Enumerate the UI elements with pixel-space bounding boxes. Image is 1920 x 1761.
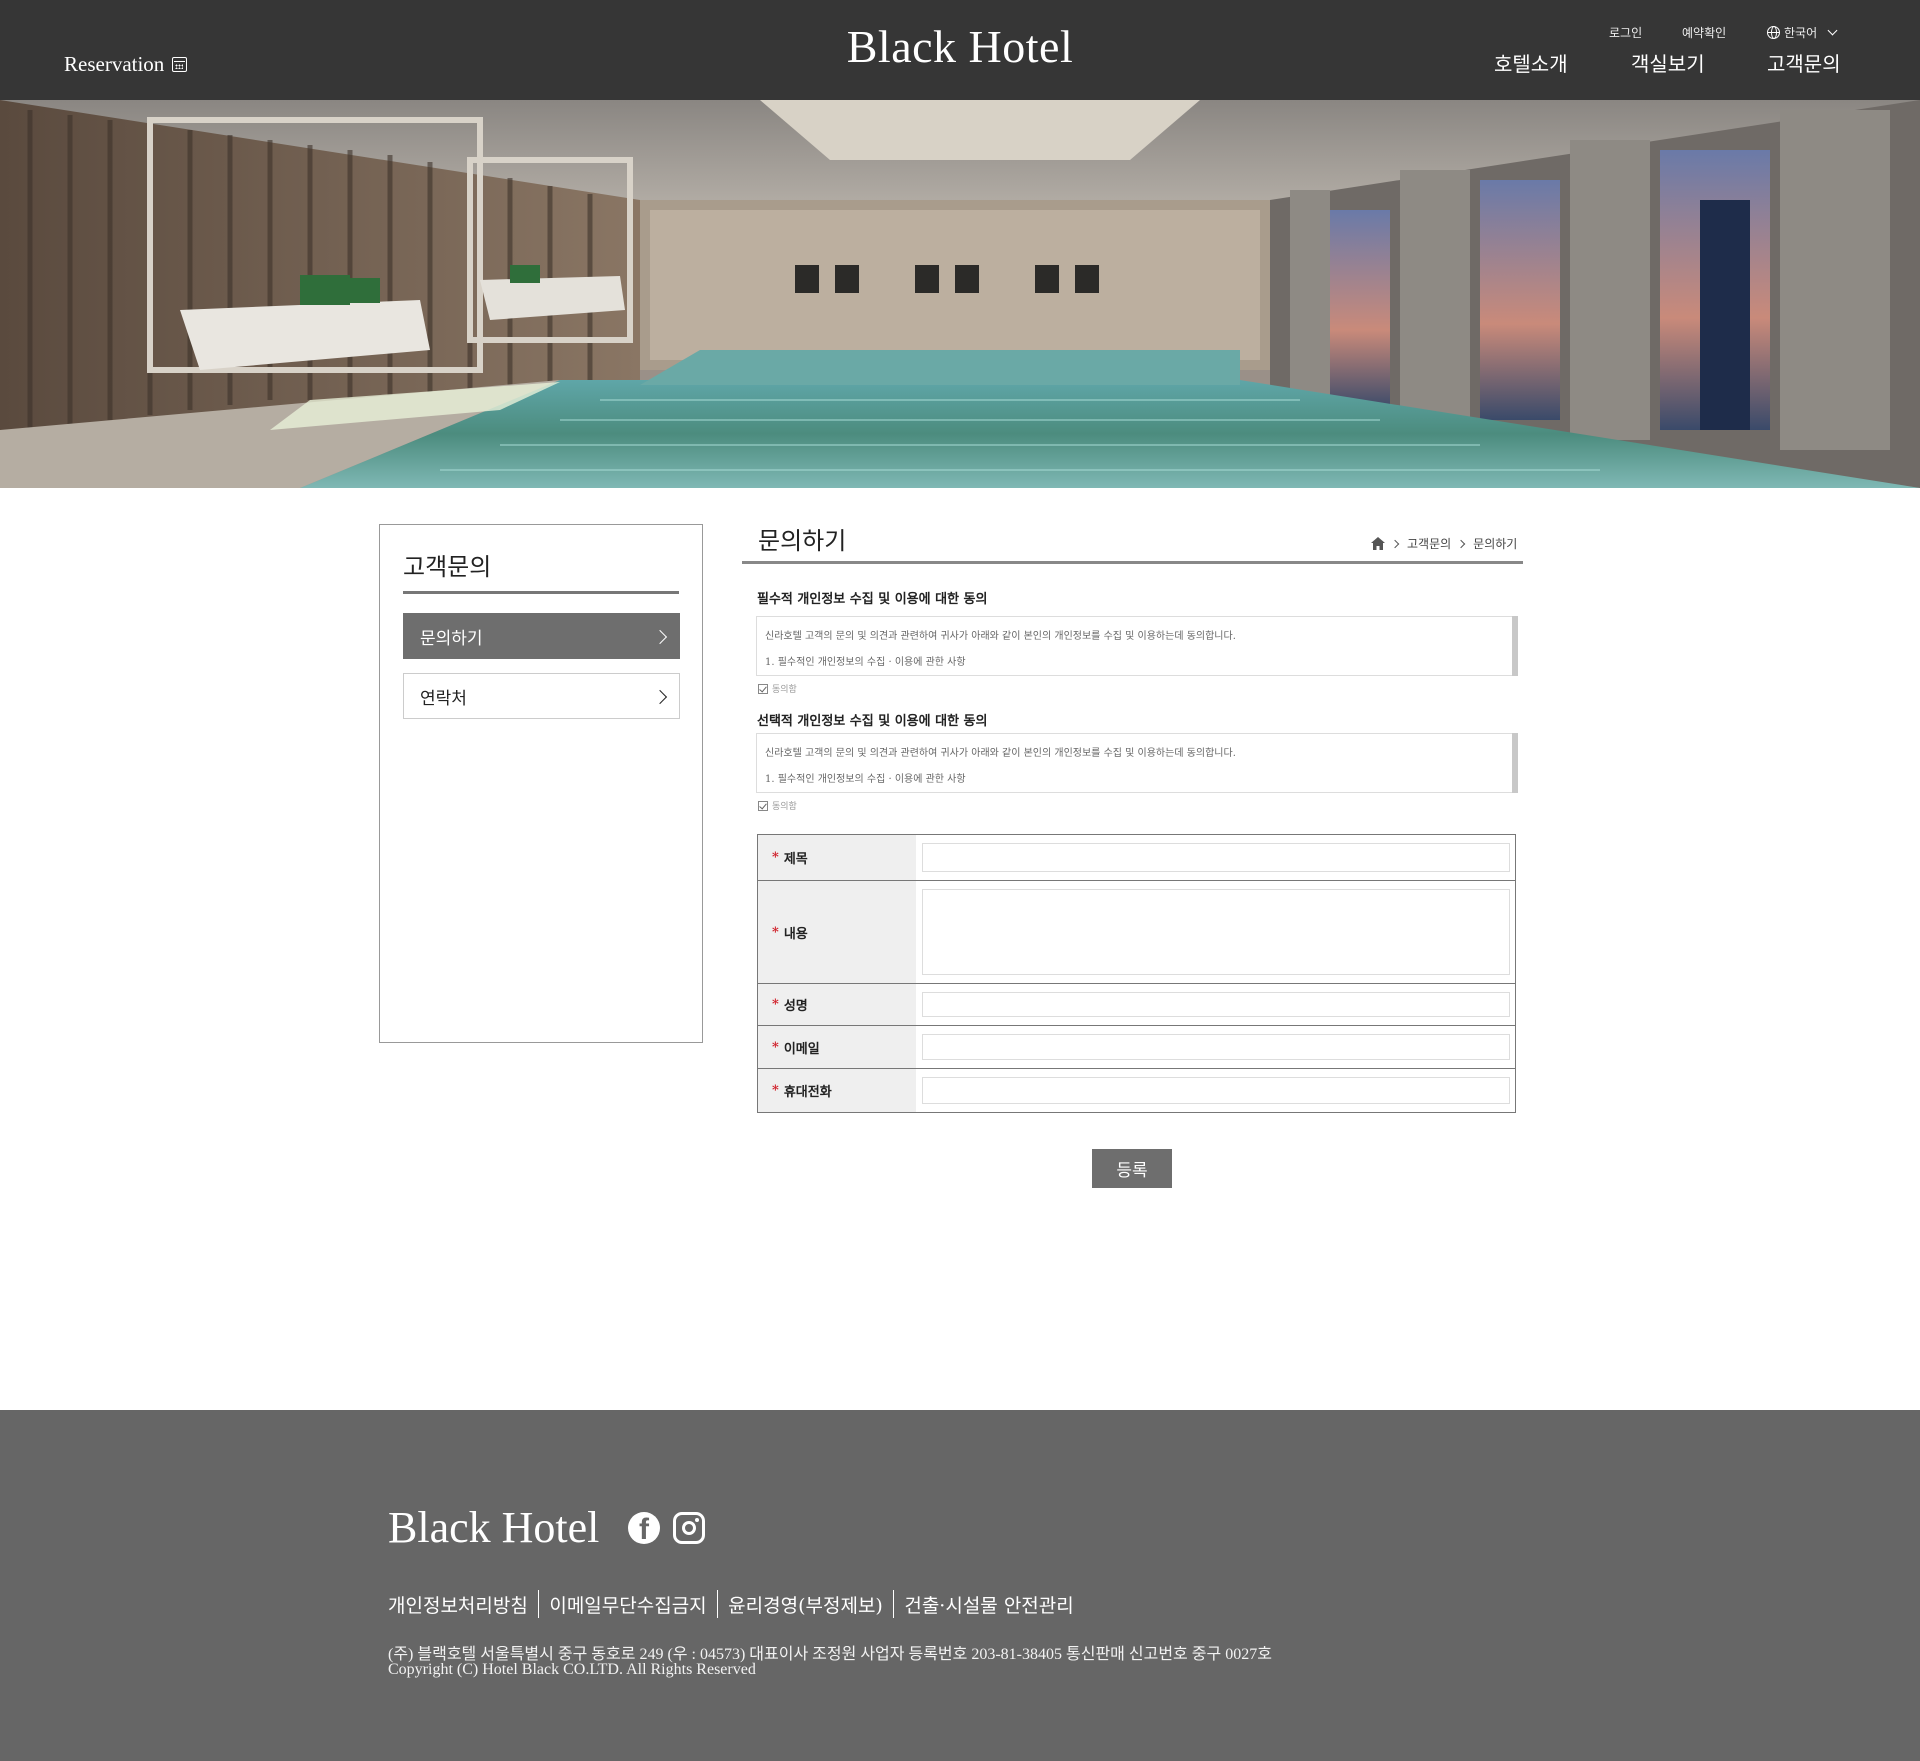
checkbox-label: 동의함 [772,685,797,695]
form-row-name: * 성명 [758,984,1515,1026]
footer-link-email-refusal[interactable]: 이메일무단수집금지 [549,1591,706,1618]
nav-rooms[interactable]: 객실보기 [1631,48,1705,77]
hero-banner [0,100,1920,488]
page-title: 문의하기 [758,527,847,555]
sidebar-item-label: 문의하기 [420,628,483,649]
form-row-subject: * 제목 [758,835,1515,881]
field-label: * 내용 [758,881,916,983]
sidebar-item-contact[interactable]: 연락처 [403,673,680,719]
inquiry-form: * 제목 * 내용 * 성명 * 이메일 * 휴대전화 [757,834,1516,1113]
chevron-right-icon [1456,539,1466,548]
breadcrumb: 고객문의 문의하기 [1371,535,1517,552]
field-label: * 제목 [758,835,916,880]
form-row-content: * 내용 [758,881,1515,984]
sidebar: 고객문의 문의하기 연락처 [379,524,703,1043]
required-consent-heading: 필수적 개인정보 수집 및 이용에 대한 동의 [757,592,988,607]
optional-consent-checkbox[interactable]: 동의함 [758,799,797,812]
footer-link-safety[interactable]: 건출·시설물 안전관리 [904,1591,1073,1618]
chevron-right-icon [652,629,668,645]
submit-button[interactable]: 등록 [1092,1149,1172,1188]
consent-text-line: 1. 필수적인 개인정보의 수집 · 이용에 관한 사항 [765,774,966,785]
form-row-phone: * 휴대전화 [758,1069,1515,1112]
chevron-down-icon [1827,25,1838,36]
required-consent-textbox[interactable]: 신라호텔 고객의 문의 및 의견과 관련하여 귀사가 아래와 같이 본인의 개인… [756,616,1518,676]
nav-customer-inquiry[interactable]: 고객문의 [1767,48,1841,77]
phone-input[interactable] [922,1077,1510,1104]
email-input[interactable] [922,1034,1510,1060]
footer-copyright: Copyright (C) Hotel Black CO.LTD. All Ri… [388,1661,756,1678]
content-textarea[interactable] [922,889,1510,975]
title-divider [742,561,1523,564]
sidebar-divider [403,591,679,594]
reservation-check-link[interactable]: 예약확인 [1682,24,1726,41]
site-footer: Black Hotel f 개인정보처리방침 이메일무단수집금지 윤리경영(부정… [0,1410,1920,1761]
breadcrumb-item[interactable]: 고객문의 [1407,535,1451,552]
checkbox-label: 동의함 [772,802,797,812]
checkbox-icon[interactable] [758,683,768,694]
form-row-email: * 이메일 [758,1026,1515,1069]
footer-link-privacy[interactable]: 개인정보처리방침 [388,1591,528,1618]
globe-icon [1767,26,1780,39]
checkbox-icon[interactable] [758,800,768,811]
required-mark: * [772,1083,779,1098]
breadcrumb-item: 문의하기 [1473,537,1518,551]
required-mark: * [772,1039,779,1055]
field-label: * 성명 [758,984,916,1025]
footer-link-divider [537,1590,540,1618]
optional-consent-textbox[interactable]: 신라호텔 고객의 문의 및 의견과 관련하여 귀사가 아래와 같이 본인의 개인… [756,733,1518,793]
required-mark: * [772,997,779,1012]
instagram-icon[interactable] [673,1512,705,1544]
sidebar-item-inquiry[interactable]: 문의하기 [403,613,680,659]
language-selector[interactable]: 한국어 [1767,24,1838,41]
subject-input[interactable] [922,843,1510,872]
nav-hotel-intro[interactable]: 호텔소개 [1494,48,1568,77]
footer-link-divider [716,1590,719,1618]
field-label: * 이메일 [758,1026,916,1068]
footer-logo[interactable]: Black Hotel [388,1502,599,1553]
site-header: Reservation Black Hotel 로그인 예약확인 한국어 호텔소… [0,0,1920,100]
chevron-right-icon [652,689,668,705]
required-mark: * [772,924,779,940]
sidebar-item-label: 연락처 [420,688,467,709]
footer-link-divider [892,1590,895,1618]
scrollbar[interactable] [1512,733,1518,793]
optional-consent-heading: 선택적 개인정보 수집 및 이용에 대한 동의 [757,714,988,729]
name-input[interactable] [922,992,1510,1017]
required-mark: * [772,850,779,865]
chevron-right-icon [1390,539,1400,548]
consent-text-line: 1. 필수적인 개인정보의 수집 · 이용에 관한 사항 [765,657,966,668]
field-label: * 휴대전화 [758,1069,916,1112]
footer-link-ethics[interactable]: 윤리경영(부정제보) [728,1591,883,1618]
pool-photo [0,100,1920,488]
login-link[interactable]: 로그인 [1609,24,1642,41]
scrollbar[interactable] [1512,616,1518,676]
language-label: 한국어 [1784,26,1818,40]
required-consent-checkbox[interactable]: 동의함 [758,682,797,695]
facebook-icon[interactable]: f [628,1512,660,1544]
consent-text-line: 신라호텔 고객의 문의 및 의견과 관련하여 귀사가 아래와 같이 본인의 개인… [765,748,1236,759]
consent-text-line: 신라호텔 고객의 문의 및 의견과 관련하여 귀사가 아래와 같이 본인의 개인… [765,631,1236,642]
footer-links: 개인정보처리방침 이메일무단수집금지 윤리경영(부정제보) 건출·시설물 안전관… [388,1590,1074,1618]
home-icon[interactable] [1371,537,1385,550]
sidebar-title: 고객문의 [403,553,492,581]
